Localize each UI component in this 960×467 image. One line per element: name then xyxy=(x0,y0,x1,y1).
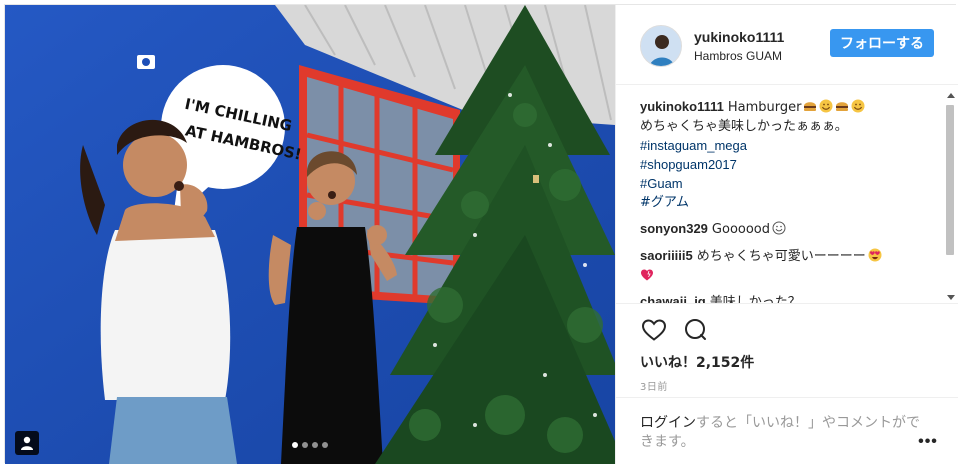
carousel-dot[interactable] xyxy=(312,442,318,448)
user-tag-icon xyxy=(21,436,33,450)
carousel-dot[interactable] xyxy=(292,442,298,448)
login-prompt: ログインすると「いいね！」やコメントができます。 ••• xyxy=(616,397,958,464)
heart-icon xyxy=(641,319,667,341)
post-time[interactable]: 3日前 xyxy=(640,378,668,393)
hamburger-emoji xyxy=(804,102,817,111)
caption: yukinoko1111 Hamburger めちゃくちゃ美味しかったぁぁぁ。 #… xyxy=(640,97,940,212)
carousel-indicator xyxy=(292,442,328,450)
comment-item: sonyon329 Goooood xyxy=(640,219,940,239)
post-photo[interactable]: I'M CHILLING AT HAMBROS! xyxy=(5,5,615,464)
post-location[interactable]: Hambros GUAM xyxy=(694,49,782,63)
instagram-post: I'M CHILLING AT HAMBROS! yukinoko1111 Ha… xyxy=(4,4,958,464)
carousel-dot[interactable] xyxy=(302,442,308,448)
smile-emoji xyxy=(819,99,833,113)
caption-username[interactable]: yukinoko1111 xyxy=(640,99,724,114)
comment-text: 美味しかった？ xyxy=(709,295,801,303)
hashtag-link[interactable]: #shopguam2017 xyxy=(640,155,940,174)
more-icon: ••• xyxy=(918,433,938,450)
more-options-button[interactable]: ••• xyxy=(916,433,940,450)
comment-text: めちゃくちゃ可愛いーーーー xyxy=(696,249,866,264)
comment-item: saoriiiii5 めちゃくちゃ可愛いーーーー xyxy=(640,246,940,285)
caption-text: Hamburger xyxy=(727,100,802,115)
heart-eyes-emoji xyxy=(868,248,882,262)
post-username[interactable]: yukinoko1111 xyxy=(694,29,784,45)
scroll-down-arrow[interactable] xyxy=(947,295,955,300)
comment-text: Goooood xyxy=(711,222,771,237)
carousel-dot[interactable] xyxy=(322,442,328,448)
hashtag-link[interactable]: #Guam xyxy=(640,174,940,193)
post-header: yukinoko1111 Hambros GUAM フォローする xyxy=(616,5,958,85)
caption-line-2: めちゃくちゃ美味しかったぁぁぁ。 xyxy=(640,119,848,134)
comments-list: yukinoko1111 Hamburger めちゃくちゃ美味しかったぁぁぁ。 #… xyxy=(640,97,940,303)
heart-emoji xyxy=(641,269,653,281)
post-sidebar: yukinoko1111 Hambros GUAM フォローする yukinok… xyxy=(615,5,958,464)
hashtag-link[interactable]: #グアム xyxy=(640,193,940,212)
login-prompt-text: ログインすると「いいね！」やコメントができます。 xyxy=(640,414,920,452)
likes-count[interactable]: いいね！2,152件 xyxy=(640,352,754,372)
hamburger-emoji xyxy=(836,102,849,111)
photo-scene: I'M CHILLING AT HAMBROS! xyxy=(5,5,615,464)
comment-icon xyxy=(685,319,706,340)
user-tag-button[interactable] xyxy=(15,431,39,455)
like-button[interactable] xyxy=(640,318,668,344)
comment-item: chawaii_ig 美味しかった？ xyxy=(640,292,940,303)
comments-section[interactable]: yukinoko1111 Hamburger めちゃくちゃ美味しかったぁぁぁ。 #… xyxy=(616,85,958,303)
comment-username[interactable]: saoriiiii5 xyxy=(640,248,693,263)
comment-username[interactable]: chawaii_ig xyxy=(640,294,706,303)
avatar[interactable] xyxy=(640,25,682,67)
avatar-image xyxy=(641,26,681,66)
post-actions: いいね！2,152件 3日前 xyxy=(616,303,958,393)
hashtag-link[interactable]: #instaguam_mega xyxy=(640,136,940,155)
scroll-up-arrow[interactable] xyxy=(947,93,955,98)
scroll-thumb[interactable] xyxy=(946,105,954,255)
follow-button[interactable]: フォローする xyxy=(830,29,934,57)
smile-emoji xyxy=(851,99,865,113)
smile-emoji xyxy=(772,221,786,235)
comments-scrollbar[interactable] xyxy=(944,93,956,301)
comment-button[interactable] xyxy=(682,318,710,344)
login-link[interactable]: ログイン xyxy=(640,415,696,431)
comment-username[interactable]: sonyon329 xyxy=(640,221,708,236)
